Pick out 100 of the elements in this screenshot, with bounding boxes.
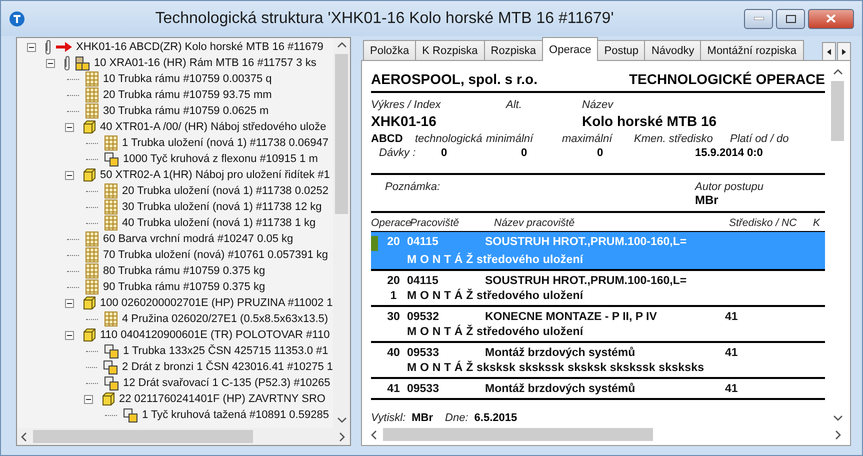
field-label: maximální [562, 133, 614, 145]
tab-scroll-right-button[interactable] [837, 42, 851, 61]
field-label: Výkres / Index [371, 99, 442, 111]
company-name: AEROSPOOL, spol. s r.o. [371, 71, 538, 87]
batch-value: 0 [441, 147, 448, 159]
tab[interactable]: Rozpiska [484, 40, 544, 61]
grid-icon [85, 247, 99, 263]
vertical-scrollbar[interactable] [333, 38, 350, 428]
operation-description: M O N T Á Ž středového uložení [407, 290, 584, 302]
minimize-button[interactable] [744, 8, 773, 28]
grid-icon [104, 311, 118, 327]
workplace-name: SOUSTRUH HROT.,PRUM.100-160,L= [485, 236, 688, 250]
tree-item[interactable]: 40 XTR01-A /00/ (HR) Náboj středového ulože [61, 119, 333, 135]
tab-scroll-left-button[interactable] [822, 42, 836, 61]
squares-icon [104, 344, 119, 358]
center-code: 41 [725, 347, 739, 359]
tab[interactable]: Návodky [644, 40, 702, 61]
tree-item[interactable]: 1 Trubka uložení (nová 1) #11738 0.06947 [80, 135, 333, 151]
squares-icon [104, 376, 119, 390]
grid-icon [104, 183, 118, 199]
printed-by: MBr [412, 412, 434, 424]
tree-item[interactable]: 10 XRA01-16 (HR) Rám MTB 16 #11757 3 ks [42, 55, 333, 71]
tree-item[interactable]: 110 0404120900601E (TR) POLOTOVAR #110 [61, 327, 333, 343]
workplace-name: KONECNE MONTAZE - P II, P IV [485, 311, 658, 323]
item-name: Kolo horské MTB 16 [582, 113, 718, 129]
tab[interactable]: Montážní rozpiska [700, 40, 804, 61]
valid-date: 15.9.2014 0:0 [695, 147, 764, 159]
operation-number: 20 [386, 236, 401, 250]
close-button[interactable] [808, 8, 854, 28]
center-code: 41 [725, 383, 739, 395]
grid-icon [85, 231, 99, 247]
grid-icon [104, 199, 118, 215]
author-value: MBr [695, 193, 720, 207]
tree-item[interactable]: 1000 Tyč kruhová z flexonu #10915 1 m [80, 151, 333, 167]
cube-icon [82, 296, 96, 310]
collapse-icon[interactable] [65, 170, 74, 180]
grid-icon [104, 135, 118, 151]
tree-item[interactable]: 2 Drát z bronzi 1 ČSN 423016.41 #10275 1 [80, 359, 333, 375]
tree-item[interactable]: 12 Drát svařovací 1 C-135 (P52.3) #10265 [80, 375, 333, 391]
tree-item[interactable]: 80 Trubka rámu #10759 0.375 kg [61, 263, 333, 279]
triangle-right-icon [842, 48, 846, 54]
collapse-icon[interactable] [65, 122, 74, 132]
collapse-icon[interactable] [46, 58, 55, 68]
tree-item[interactable]: 20 Trubka uložení (nová 1) #11738 0.0252 [80, 183, 333, 199]
tree-item[interactable]: 22 0211760241401F (HP) ZAVRTNY SRO [80, 391, 333, 407]
tree-item[interactable]: 50 XTR02-A 1(HR) Náboj pro uložení řidítek #1 [61, 167, 333, 183]
cube-icon [82, 168, 96, 182]
grid-icon [85, 87, 99, 103]
column-header: Pracoviště [410, 217, 460, 229]
maximize-button[interactable] [776, 8, 805, 28]
cube-icon [82, 120, 96, 134]
collapse-icon[interactable] [27, 42, 36, 52]
tree-item[interactable]: 1 Tyč kruhová tažená #10891 0.59285 [99, 407, 333, 423]
close-icon [826, 14, 836, 23]
tree-item[interactable]: 20 Trubka rámu #10759 93.75 mm [61, 87, 333, 103]
operation-description: M O N T Á Ž středového uložení [407, 254, 584, 266]
app-logo-icon [9, 10, 25, 26]
tree-item[interactable]: XHK01-16 ABCD(ZR) Kolo horské MTB 16 #11679 [23, 39, 333, 55]
tree-item[interactable]: 30 Trubka uložení (nová 1) #11738 12 kg [80, 199, 333, 215]
field-label: Název [582, 99, 614, 111]
drawing-number: XHK01-16 [371, 113, 438, 129]
tab[interactable]: Položka [363, 40, 416, 61]
variant: ABCD [371, 133, 404, 145]
tree-item[interactable]: 90 Trubka rámu #10759 0.375 kg [61, 279, 333, 295]
scrollbar-thumb[interactable] [831, 81, 844, 141]
field-label: Poznámka: [385, 181, 442, 193]
triangle-left-icon [827, 48, 831, 54]
tree-item[interactable]: 10 Trubka rámu #10759 0.00375 q [61, 71, 333, 87]
collapse-icon[interactable] [65, 298, 74, 308]
squares-icon [103, 360, 118, 374]
scrollbar-thumb[interactable] [383, 428, 653, 441]
scrollbar-thumb[interactable] [33, 430, 253, 443]
window-title: Technologická struktura 'XHK01-16 Kolo horské MTB 16 #11679' [154, 10, 615, 28]
workplace-name: Montáž brzdových systémů [485, 383, 636, 395]
field-label: Kmen. středisko [634, 133, 714, 145]
scrollbar-thumb[interactable] [335, 54, 348, 214]
center-code: 41 [725, 311, 739, 323]
tree-item[interactable]: 30 Trubka rámu #10759 0.0625 m [61, 103, 333, 119]
column-header: Operace [371, 217, 410, 229]
maximize-icon [786, 14, 796, 22]
horizontal-scrollbar[interactable] [17, 428, 350, 445]
operation-number: 20 [386, 275, 401, 287]
operation-description: M O N T Á Ž středového uložení [407, 326, 584, 338]
tab[interactable]: Postup [597, 40, 646, 61]
tree-item[interactable]: 4 Pružina 026020/27E1 (0.5x8.5x63x13.5) [80, 311, 333, 327]
workplace-code: 09532 [407, 311, 440, 323]
tree-item[interactable]: 100 0260200002701E (HP) PRUZINA #11002 1 [61, 295, 333, 311]
tree-item[interactable]: 60 Barva vrchní modrá #10247 0.05 kg [61, 231, 333, 247]
batch-value: 0 [521, 147, 528, 159]
workplace-code: 09533 [407, 383, 440, 395]
tab[interactable]: Operace [542, 37, 598, 61]
blocks-icon [75, 56, 90, 70]
grid-icon [104, 215, 118, 231]
collapse-icon[interactable] [84, 394, 93, 404]
tree-item[interactable]: 40 Trubka uložení (nová 1) #11738 1 kg [80, 215, 333, 231]
grid-icon [85, 279, 99, 295]
collapse-icon[interactable] [65, 330, 74, 340]
tree-item[interactable]: 70 Trubka uložení (nová) #10761 0.057391 kg [61, 247, 333, 263]
tab[interactable]: K Rozpiska [415, 40, 485, 61]
tree-item[interactable]: 1 Trubka 133x25 ČSN 425715 11353.0 #1 [80, 343, 333, 359]
